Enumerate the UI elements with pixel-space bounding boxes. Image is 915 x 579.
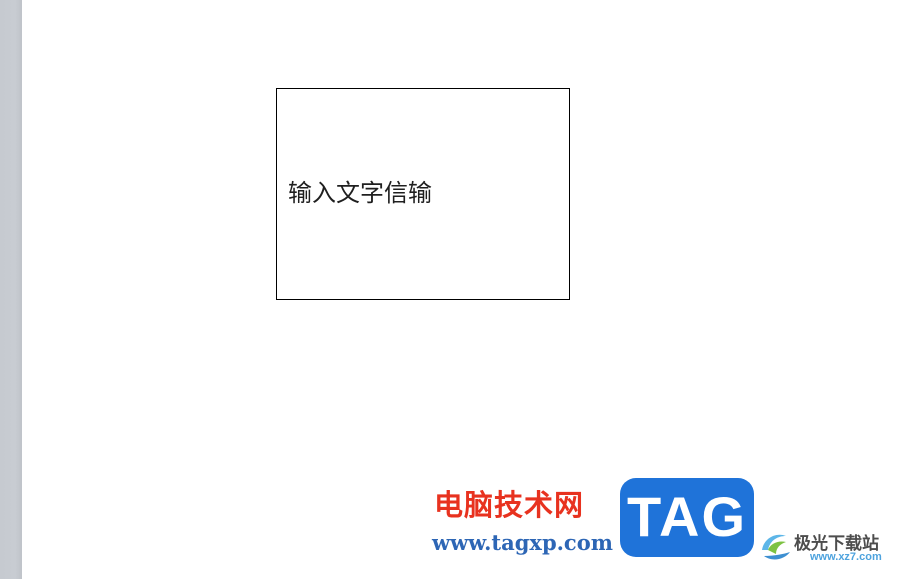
left-gutter <box>0 0 22 579</box>
watermark-site-name: 电脑技术网 <box>434 488 585 522</box>
watermark-site-url: www.tagxp.com <box>432 530 613 555</box>
text-box-content[interactable]: 输入文字信输 <box>288 181 432 205</box>
partner-domain: www.xz7.com <box>810 551 882 563</box>
text-box[interactable]: 输入文字信输 <box>276 88 570 300</box>
watermark: 电脑技术网 www.tagxp.com TAG 极光下载站 www.xz7.co… <box>432 478 907 579</box>
tag-logo: TAG <box>620 478 754 557</box>
tag-logo-text: TAG <box>626 485 748 548</box>
partner-logo: 极光下载站 www.xz7.com <box>756 526 907 566</box>
swirl-logo-icon <box>762 534 790 560</box>
